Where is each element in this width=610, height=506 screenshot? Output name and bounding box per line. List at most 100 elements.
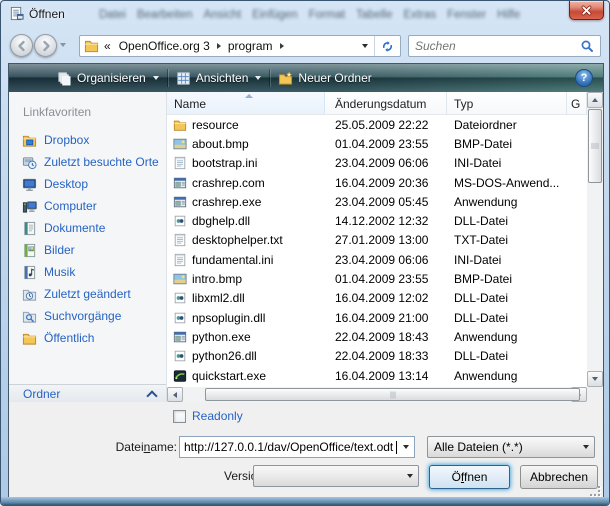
organize-button[interactable]: Organisieren bbox=[49, 67, 167, 90]
sidebar-item-recent-places[interactable]: Zuletzt besuchte Orte bbox=[9, 151, 166, 173]
file-row[interactable]: fundamental.ini23.04.2009 06:06INI-Datei bbox=[167, 250, 587, 269]
sidebar-item-music[interactable]: Musik bbox=[9, 261, 166, 283]
file-row[interactable]: intro.bmp01.04.2009 23:55BMP-Datei bbox=[167, 269, 587, 288]
new-folder-button[interactable]: Neuer Ordner bbox=[270, 67, 379, 90]
file-row[interactable]: dbghelp.dll14.12.2002 12:32DLL-Datei bbox=[167, 211, 587, 230]
column-label: Änderungsdatum bbox=[335, 97, 426, 111]
vertical-scroll-thumb[interactable] bbox=[588, 109, 602, 183]
scroll-up-button[interactable] bbox=[587, 92, 603, 108]
filename-label: Dateiname: bbox=[105, 440, 177, 454]
breadcrumb-item[interactable]: program bbox=[225, 39, 276, 53]
back-button[interactable] bbox=[10, 34, 33, 57]
dll-file-icon bbox=[173, 349, 187, 363]
sidebar-item-computer[interactable]: Computer bbox=[9, 195, 166, 217]
breadcrumb-arrow-icon[interactable] bbox=[280, 43, 284, 49]
sidebar-item-pictures[interactable]: Bilder bbox=[9, 239, 166, 261]
horizontal-scrollbar[interactable] bbox=[167, 387, 587, 402]
filetype-select[interactable]: Alle Dateien (*.*) bbox=[427, 436, 595, 458]
history-dropdown-icon[interactable] bbox=[60, 43, 66, 47]
sidebar-item-public[interactable]: Öffentlich bbox=[9, 327, 166, 349]
refresh-icon bbox=[381, 40, 394, 53]
scroll-left-button[interactable] bbox=[167, 387, 183, 402]
open-button[interactable]: Öffnen bbox=[429, 465, 510, 489]
filename-dropdown-button[interactable] bbox=[397, 437, 414, 457]
file-type: Anwendung bbox=[447, 369, 567, 383]
column-label: G bbox=[571, 97, 580, 111]
forward-button[interactable] bbox=[34, 34, 57, 57]
file-row[interactable]: quickstart.exe16.04.2009 13:14Anwendung bbox=[167, 366, 587, 385]
background-menu-item: Einfügen bbox=[252, 9, 297, 21]
address-dropdown-button[interactable] bbox=[356, 36, 374, 56]
views-icon bbox=[176, 71, 191, 86]
column-header-date[interactable]: Änderungsdatum bbox=[325, 92, 447, 114]
file-row[interactable]: bootstrap.ini23.04.2009 06:06INI-Datei bbox=[167, 154, 587, 173]
filetype-dropdown-button[interactable] bbox=[577, 437, 594, 457]
folders-expander[interactable]: Ordner bbox=[9, 384, 166, 402]
address-bar[interactable]: « OpenOffice.org 3 program bbox=[79, 35, 401, 57]
readonly-checkbox[interactable] bbox=[173, 410, 186, 423]
column-header-size[interactable]: G bbox=[567, 92, 587, 114]
filename-input[interactable]: http://127.0.0.1/dav/OpenOffice/text.odt bbox=[179, 436, 415, 458]
sidebar-item-documents[interactable]: Dokumente bbox=[9, 217, 166, 239]
search-box[interactable] bbox=[408, 35, 601, 57]
file-row[interactable]: crashrep.com16.04.2009 20:36MS-DOS-Anwen… bbox=[167, 173, 587, 192]
background-menu-item: Bearbeiten bbox=[137, 9, 193, 21]
views-button[interactable]: Ansichten bbox=[168, 67, 270, 90]
window-bottom-edge bbox=[1, 497, 609, 505]
column-header-type[interactable]: Typ bbox=[447, 92, 567, 114]
version-dropdown-button[interactable] bbox=[401, 466, 418, 486]
file-name: python26.dll bbox=[192, 349, 257, 363]
readonly-label[interactable]: Readonly bbox=[192, 409, 243, 423]
file-row[interactable]: libxml2.dll16.04.2009 12:02DLL-Datei bbox=[167, 289, 587, 308]
file-row[interactable]: python.exe22.04.2009 18:43Anwendung bbox=[167, 327, 587, 346]
chevron-down-icon bbox=[403, 445, 409, 449]
sidebar-item-searches[interactable]: Suchvorgänge bbox=[9, 305, 166, 327]
dialog-icon bbox=[9, 6, 24, 21]
sidebar-item-desktop[interactable]: Desktop bbox=[9, 173, 166, 195]
file-type: BMP-Datei bbox=[447, 137, 567, 151]
cancel-button[interactable]: Abbrechen bbox=[520, 465, 598, 489]
sidebar-item-dropbox[interactable]: >Dropbox bbox=[9, 129, 166, 151]
vertical-scrollbar[interactable] bbox=[587, 92, 603, 387]
open-dialog-window: Öffnen DateiBearbeitenAnsichtEinfügenFor… bbox=[0, 0, 610, 506]
dll-file-icon bbox=[173, 214, 187, 228]
file-row[interactable]: desktophelper.txt27.01.2009 13:00TXT-Dat… bbox=[167, 231, 587, 250]
resize-grip[interactable] bbox=[590, 486, 600, 496]
file-name: crashrep.exe bbox=[192, 195, 261, 209]
breadcrumb-overflow[interactable]: « bbox=[103, 39, 112, 53]
help-button[interactable]: ? bbox=[575, 69, 593, 87]
file-date: 27.01.2009 13:00 bbox=[325, 233, 447, 247]
breadcrumb-item[interactable]: OpenOffice.org 3 bbox=[116, 39, 213, 53]
sidebar-item-recently-changed[interactable]: Zuletzt geändert bbox=[9, 283, 166, 305]
file-name: quickstart.exe bbox=[192, 369, 266, 383]
sidebar-item-label: Computer bbox=[44, 199, 97, 213]
refresh-button[interactable] bbox=[374, 36, 400, 56]
close-button[interactable] bbox=[569, 1, 604, 20]
app-file-icon bbox=[173, 176, 187, 190]
horizontal-scroll-thumb[interactable] bbox=[205, 388, 580, 401]
folder-icon bbox=[173, 118, 187, 132]
search-input[interactable] bbox=[409, 39, 580, 53]
version-select[interactable] bbox=[253, 465, 419, 487]
breadcrumb-arrow-icon[interactable] bbox=[217, 43, 221, 49]
filetype-value: Alle Dateien (*.*) bbox=[428, 440, 577, 454]
file-type: INI-Datei bbox=[447, 253, 567, 267]
title-bar[interactable]: Öffnen DateiBearbeitenAnsichtEinfügenFor… bbox=[1, 1, 609, 29]
sidebar-item-label: Dokumente bbox=[44, 221, 105, 235]
file-row[interactable]: python26.dll22.04.2009 18:33DLL-Datei bbox=[167, 347, 587, 366]
text-file-icon bbox=[173, 253, 187, 267]
column-header-name[interactable]: Name bbox=[167, 92, 325, 114]
dll-file-icon bbox=[173, 291, 187, 305]
organize-label: Organisieren bbox=[77, 71, 146, 85]
file-name: libxml2.dll bbox=[192, 291, 245, 305]
file-row[interactable]: resource25.05.2009 22:22Dateiordner bbox=[167, 115, 587, 134]
scroll-down-button[interactable] bbox=[587, 371, 603, 387]
search-icon[interactable] bbox=[580, 39, 594, 53]
sidebar-header: Linkfavoriten bbox=[9, 92, 166, 119]
file-row[interactable]: crashrep.exe23.04.2009 05:45Anwendung bbox=[167, 192, 587, 211]
file-date: 22.04.2009 18:33 bbox=[325, 349, 447, 363]
file-row[interactable]: npsoplugin.dll16.04.2009 21:00DLL-Datei bbox=[167, 308, 587, 327]
horizontal-scroll-track[interactable] bbox=[183, 387, 571, 402]
file-row[interactable]: about.bmp01.04.2009 23:55BMP-Datei bbox=[167, 134, 587, 153]
back-arrow-icon bbox=[16, 40, 28, 52]
